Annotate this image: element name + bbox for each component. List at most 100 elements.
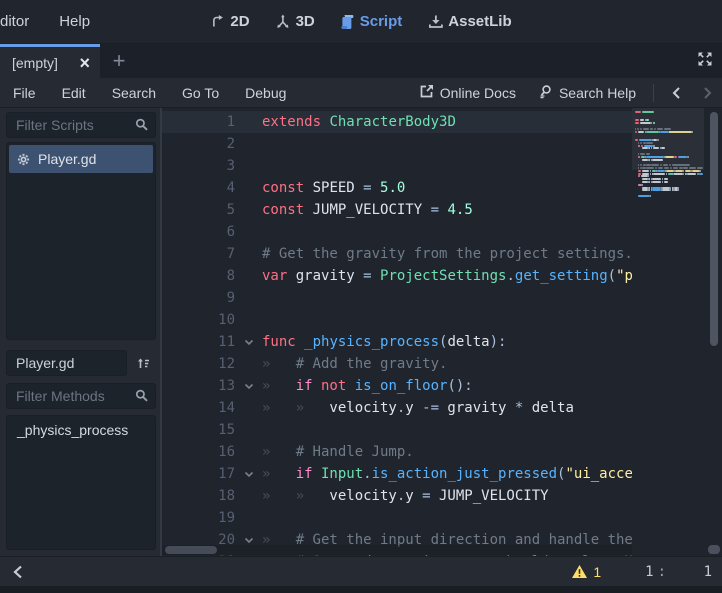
- online-docs-button[interactable]: Online Docs: [411, 84, 525, 101]
- code-line[interactable]: 3: [162, 155, 632, 177]
- minimap-line-segment: [642, 178, 649, 180]
- menu-search[interactable]: Search: [99, 78, 169, 107]
- code-line[interactable]: 12»# Add the gravity.: [162, 353, 632, 375]
- code-area[interactable]: 1 extends CharacterBody3D 2 3 4const SPEED =…: [162, 108, 632, 556]
- code-line[interactable]: 13»if not is_on_floor():: [162, 375, 632, 397]
- line-number[interactable]: 11: [162, 334, 235, 350]
- line-number[interactable]: 3: [162, 158, 235, 174]
- tab-close-icon[interactable]: ×: [79, 54, 90, 72]
- menu-goto[interactable]: Go To: [169, 78, 232, 107]
- horizontal-scrollbar-grabber[interactable]: [165, 546, 217, 554]
- fold-chevron-icon[interactable]: [244, 537, 254, 544]
- code-line[interactable]: 2: [162, 133, 632, 155]
- fold-chevron-icon[interactable]: [244, 339, 254, 346]
- code-line[interactable]: 14»»velocity.y -= gravity * delta: [162, 397, 632, 419]
- code-line[interactable]: 9: [162, 287, 632, 309]
- code-text: extends CharacterBody3D: [262, 114, 456, 130]
- distraction-free-button[interactable]: [688, 44, 722, 78]
- toggle-scripts-panel-button[interactable]: [12, 564, 23, 580]
- token-com: # Add the gravity.: [296, 356, 448, 372]
- menu-help[interactable]: Help: [59, 13, 90, 30]
- fold-chevron-icon[interactable]: [244, 383, 254, 390]
- new-tab-button[interactable]: +: [100, 44, 138, 78]
- minimap-line-segment: [662, 181, 663, 183]
- warning-count: 1: [593, 564, 601, 580]
- line-number[interactable]: 17: [162, 466, 235, 482]
- script-list-item[interactable]: Player.gd: [9, 145, 153, 173]
- code-text: var gravity = ProjectSettings.get_settin…: [262, 268, 632, 284]
- line-number[interactable]: 16: [162, 444, 235, 460]
- line-number[interactable]: 12: [162, 356, 235, 372]
- history-forward-button[interactable]: [694, 86, 722, 100]
- minimap-line-segment: [657, 128, 663, 130]
- line-number[interactable]: 5: [162, 202, 235, 218]
- vertical-scrollbar[interactable]: [708, 110, 720, 544]
- code-line[interactable]: 8 var gravity = ProjectSettings.get_setti…: [162, 265, 632, 287]
- minimap-line-segment: [650, 170, 652, 172]
- code-line[interactable]: 7# Get the gravity from the project sett…: [162, 243, 632, 265]
- fold-gutter[interactable]: [235, 471, 262, 478]
- code-line[interactable]: 10: [162, 309, 632, 331]
- minimap-line-segment: [635, 111, 641, 113]
- code-editor[interactable]: 1 extends CharacterBody3D 2 3 4const SPEED =…: [160, 108, 722, 556]
- warning-count-button[interactable]: 1: [571, 564, 601, 580]
- line-number[interactable]: 19: [162, 510, 235, 526]
- token-type: ProjectSettings: [380, 268, 506, 284]
- minimap[interactable]: [632, 108, 704, 556]
- code-line[interactable]: 17»if Input.is_action_just_pressed("ui_a…: [162, 463, 632, 485]
- code-line[interactable]: 5const JUMP_VELOCITY = 4.5: [162, 199, 632, 221]
- history-back-button[interactable]: [662, 86, 690, 100]
- line-number[interactable]: 13: [162, 378, 235, 394]
- script-name-field[interactable]: [6, 350, 127, 376]
- code-line[interactable]: 11func _physics_process(delta):: [162, 331, 632, 353]
- line-number[interactable]: 15: [162, 422, 235, 438]
- code-line[interactable]: 15: [162, 419, 632, 441]
- line-number[interactable]: 6: [162, 224, 235, 240]
- menu-edit[interactable]: Edit: [49, 78, 99, 107]
- fold-gutter[interactable]: [235, 537, 262, 544]
- code-line[interactable]: 1 extends CharacterBody3D: [162, 111, 632, 133]
- code-line[interactable]: 19: [162, 507, 632, 529]
- script-tab-bar: [empty] × +: [0, 44, 722, 78]
- minimap-line-segment: [640, 167, 642, 169]
- token-com: # Handle Jump.: [296, 444, 414, 460]
- tab-empty-script[interactable]: [empty] ×: [0, 44, 100, 78]
- code-line[interactable]: 6: [162, 221, 632, 243]
- token-sym: =: [363, 180, 371, 196]
- menu-debug[interactable]: Debug: [232, 78, 299, 107]
- fold-gutter[interactable]: [235, 383, 262, 390]
- line-number[interactable]: 2: [162, 136, 235, 152]
- minimap-line-segment: [639, 139, 652, 141]
- script-editor-main: Player.gd _physics_process 1 extends Char…: [0, 108, 722, 556]
- search-help-button[interactable]: Search Help: [529, 84, 645, 102]
- fold-gutter[interactable]: [235, 339, 262, 346]
- minimap-line-segment: [643, 164, 645, 166]
- line-number[interactable]: 9: [162, 290, 235, 306]
- line-number[interactable]: 7: [162, 246, 235, 262]
- line-number[interactable]: 4: [162, 180, 235, 196]
- menu-file[interactable]: File: [0, 78, 49, 107]
- line-number[interactable]: 1: [162, 114, 235, 130]
- code-line[interactable]: 16»# Handle Jump.: [162, 441, 632, 463]
- line-number[interactable]: 8: [162, 268, 235, 284]
- code-line[interactable]: 18»»velocity.y = JUMP_VELOCITY: [162, 485, 632, 507]
- horizontal-scrollbar[interactable]: [162, 545, 632, 555]
- line-number[interactable]: 14: [162, 400, 235, 416]
- fold-chevron-icon[interactable]: [244, 471, 254, 478]
- script-editor-menubar: File Edit Search Go To Debug Online Docs…: [0, 78, 722, 108]
- workspace-2d-button[interactable]: 2D: [210, 13, 249, 30]
- minimap-line-segment: [687, 173, 696, 175]
- sort-methods-button[interactable]: [130, 350, 156, 376]
- line-number[interactable]: 18: [162, 488, 235, 504]
- workspace-assetlib-button[interactable]: AssetLib: [428, 13, 511, 30]
- line-number[interactable]: 10: [162, 312, 235, 328]
- minimap-line-segment: [679, 167, 682, 169]
- workspace-3d-button[interactable]: 3D: [276, 13, 315, 30]
- vertical-scrollbar-grabber[interactable]: [710, 112, 718, 346]
- minimap-line-segment: [651, 164, 658, 166]
- menu-editor[interactable]: Editor: [0, 13, 29, 30]
- workspace-script-button[interactable]: Script: [341, 13, 403, 30]
- minimap-line-segment: [685, 170, 691, 172]
- method-list-item[interactable]: _physics_process: [7, 419, 155, 441]
- code-line[interactable]: 4const SPEED = 5.0: [162, 177, 632, 199]
